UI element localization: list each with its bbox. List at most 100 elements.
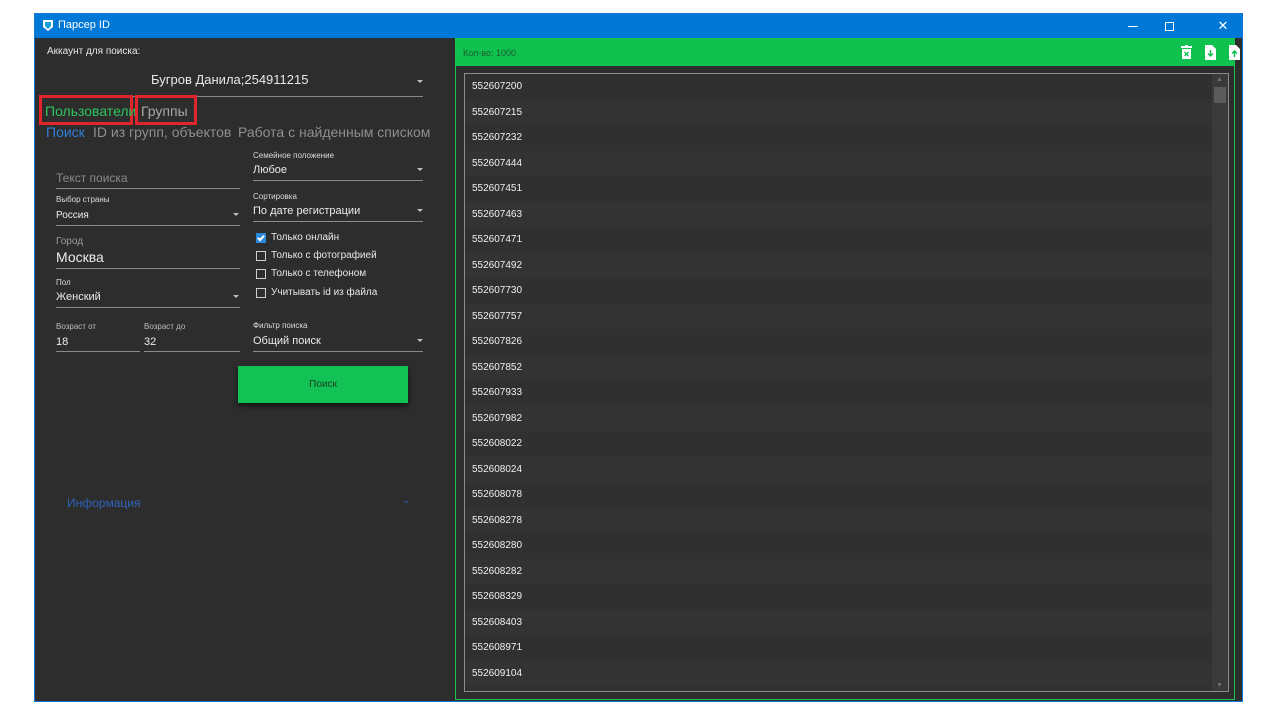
chevron-down-icon — [233, 213, 239, 216]
gender-select[interactable]: Пол Женский — [56, 277, 240, 308]
minimize-icon — [1128, 26, 1138, 28]
chevron-down-icon — [417, 339, 423, 342]
list-item[interactable]: 552607471 — [465, 227, 1213, 253]
list-item[interactable]: 552607200 — [465, 74, 1213, 100]
file-download-icon[interactable] — [1204, 45, 1217, 60]
close-icon: ✕ — [1217, 18, 1229, 33]
scroll-up-icon[interactable]: ▲ — [1216, 76, 1223, 83]
input-underline — [56, 307, 240, 308]
age-to-label: Возраст до — [144, 322, 186, 331]
checkbox-icon — [256, 269, 266, 279]
country-select[interactable]: Выбор страны Россия — [56, 194, 240, 226]
tab-users[interactable]: Пользователи — [39, 95, 136, 125]
marital-status-select[interactable]: Семейное положение Любое — [253, 150, 423, 181]
info-expander[interactable]: Информация — [67, 496, 140, 510]
city-input[interactable]: Город Москва — [56, 236, 240, 269]
chevron-down-icon — [417, 209, 423, 212]
list-item[interactable]: 552607492 — [465, 252, 1213, 278]
input-underline — [253, 351, 423, 352]
list-item[interactable]: 552607730 — [465, 278, 1213, 304]
file-upload-icon[interactable] — [1228, 45, 1241, 60]
list-item[interactable]: 552607444 — [465, 150, 1213, 176]
list-item[interactable]: 552609104 — [465, 660, 1213, 686]
marital-status-label: Семейное положение — [253, 151, 335, 160]
input-underline — [144, 351, 240, 352]
input-underline — [56, 351, 140, 352]
id-list[interactable]: 552607200 552607215 552607232 552607444 5526… — [464, 73, 1229, 692]
input-underline — [253, 221, 423, 222]
city-value: Москва — [56, 249, 104, 265]
chevron-down-icon — [233, 295, 239, 298]
input-underline — [56, 268, 240, 269]
search-filter-value: Общий поиск — [253, 335, 321, 347]
gender-value: Женский — [56, 291, 101, 303]
subtab-work-list[interactable]: Работа с найденным списком — [238, 124, 430, 140]
app-logo-icon — [43, 20, 53, 31]
list-item[interactable]: 552608022 — [465, 431, 1213, 457]
subtab-search[interactable]: Поиск — [46, 124, 85, 140]
maximize-icon — [1164, 22, 1174, 32]
list-item[interactable]: 552607451 — [465, 176, 1213, 202]
chevron-down-icon — [417, 80, 423, 83]
window-title: Парсер ID — [58, 19, 110, 31]
list-item[interactable]: 552608282 — [465, 558, 1213, 584]
country-label: Выбор страны — [56, 195, 110, 204]
search-text-placeholder: Текст поиска — [56, 171, 128, 185]
input-underline — [253, 180, 423, 181]
scroll-down-icon[interactable]: ▼ — [1216, 682, 1223, 689]
subtab-id-groups[interactable]: ID из групп, объектов — [93, 124, 231, 140]
list-item[interactable]: 552608329 — [465, 584, 1213, 610]
checkbox-online-label: Только онлайн — [271, 232, 340, 243]
list-item[interactable]: 552607215 — [465, 99, 1213, 125]
chevron-down-icon[interactable]: ⌄ — [402, 495, 410, 506]
list-item[interactable]: 552607852 — [465, 354, 1213, 380]
checkbox-icon — [256, 288, 266, 298]
search-button[interactable]: Поиск — [238, 366, 408, 403]
list-item[interactable]: 552607826 — [465, 329, 1213, 355]
chevron-down-icon — [417, 168, 423, 171]
title-bar: Парсер ID ✕ — [35, 14, 1242, 38]
results-header: Кол-во: 1000 — [456, 39, 1240, 66]
checkbox-checked-icon — [256, 233, 266, 243]
list-item[interactable]: 552607757 — [465, 303, 1213, 329]
minimize-button[interactable] — [1115, 14, 1151, 38]
country-value: Россия — [56, 210, 89, 221]
checkbox-photo-label: Только с фотографией — [271, 250, 377, 261]
sort-label: Сортировка — [253, 192, 297, 201]
results-panel: Кол-во: 1000 552607200 552607215 552607232… — [455, 38, 1240, 700]
account-select[interactable]: Бугров Данила;254911215 — [47, 66, 423, 97]
list-item[interactable]: 552607982 — [465, 405, 1213, 431]
age-from-value: 18 — [56, 336, 69, 348]
search-text-input[interactable]: Текст поиска — [56, 166, 240, 189]
age-from-label: Возраст от — [56, 322, 97, 331]
scrollbar-thumb[interactable] — [1214, 87, 1226, 103]
age-to-value: 32 — [144, 336, 157, 348]
list-item[interactable]: 552608278 — [465, 507, 1213, 533]
maximize-button[interactable] — [1151, 14, 1187, 38]
list-item[interactable]: 552608078 — [465, 482, 1213, 508]
list-item[interactable]: 552608971 — [465, 635, 1213, 661]
age-from-input[interactable]: Возраст от 18 — [56, 321, 140, 352]
list-item[interactable]: 552607933 — [465, 380, 1213, 406]
search-filter-label: Фильтр поиска — [253, 321, 308, 330]
scrollbar[interactable]: ▲ ▼ — [1212, 74, 1228, 691]
search-filter-select[interactable]: Фильтр поиска Общий поиск — [253, 320, 423, 352]
list-item[interactable]: 552607463 — [465, 201, 1213, 227]
trash-icon[interactable] — [1180, 45, 1193, 60]
gender-label: Пол — [56, 278, 71, 287]
checkbox-phone-label: Только с телефоном — [271, 268, 367, 279]
list-item[interactable]: 552607232 — [465, 125, 1213, 151]
age-to-input[interactable]: Возраст до 32 — [144, 321, 240, 352]
tab-groups[interactable]: Группы — [135, 95, 197, 125]
app-window: Парсер ID ✕ Аккаунт для поиска: Бугров Д… — [34, 13, 1243, 702]
list-item[interactable]: 552608024 — [465, 456, 1213, 482]
input-underline — [56, 225, 240, 226]
checkbox-icon — [256, 251, 266, 261]
close-button[interactable]: ✕ — [1205, 14, 1241, 38]
checkbox-file-label: Учитывать id из файла — [271, 287, 378, 298]
sort-select[interactable]: Сортировка По дате регистрации — [253, 191, 423, 222]
list-item[interactable]: 552608403 — [465, 609, 1213, 635]
list-item[interactable]: 552608280 — [465, 533, 1213, 559]
account-value: Бугров Данила;254911215 — [151, 72, 309, 87]
city-label: Город — [56, 236, 84, 247]
